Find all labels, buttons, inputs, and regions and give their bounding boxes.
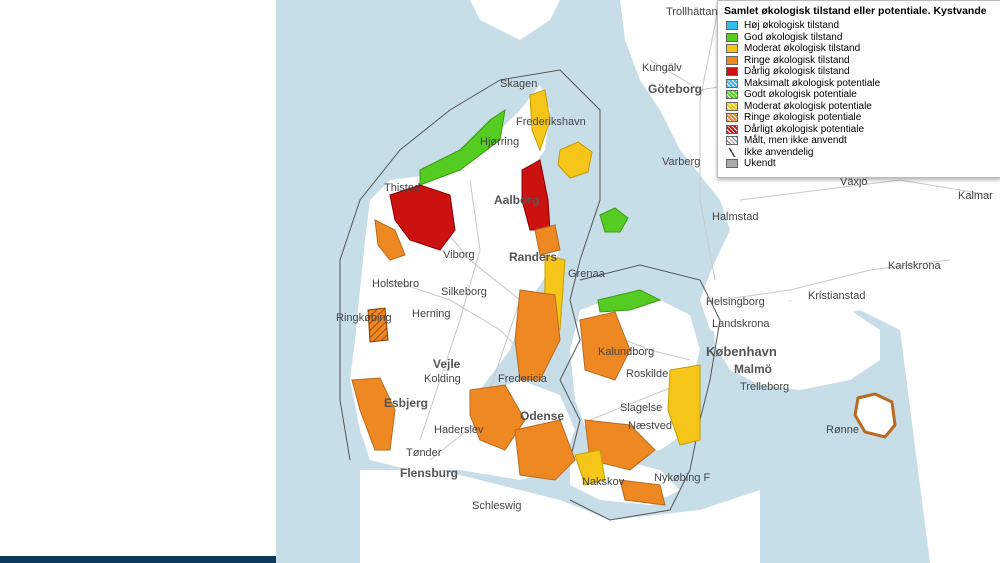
- label-frederikshavn: Frederikshavn: [516, 116, 586, 128]
- label-kalmar: Kalmar: [958, 190, 993, 202]
- label-fredericia: Fredericia: [498, 373, 547, 385]
- label-randers: Randers: [509, 250, 558, 264]
- legend-label: Moderat økologisk tilstand: [744, 43, 861, 54]
- legend-label: Ringe økologisk potentiale: [744, 112, 862, 123]
- label-grenaa: Grenaa: [568, 268, 605, 280]
- legend-swatch: [726, 78, 738, 88]
- laeso-island: [557, 141, 593, 179]
- legend-label: Ringe økologisk tilstand: [744, 54, 850, 66]
- label-herning: Herning: [412, 308, 451, 320]
- legend-swatch: [726, 32, 738, 42]
- label-silkeborg: Silkeborg: [441, 286, 487, 298]
- label-nykobing: Nykøbing F: [654, 472, 711, 484]
- legend-swatch: [726, 147, 738, 157]
- legend-item: Ringe økologisk potentiale: [718, 112, 1000, 124]
- legend-item: Maksimalt økologisk potentiale: [718, 78, 1000, 90]
- legend-swatch: [726, 124, 738, 134]
- label-varberg: Varberg: [662, 156, 701, 168]
- label-viborg: Viborg: [443, 249, 475, 261]
- bornholm-land: [853, 392, 897, 439]
- label-haderslev: Haderslev: [434, 424, 484, 436]
- label-naestved: Næstved: [628, 420, 673, 432]
- legend-swatch: [726, 44, 738, 54]
- label-slagelse: Slagelse: [620, 402, 663, 414]
- label-helsingborg: Helsingborg: [706, 296, 765, 308]
- legend-swatch: [726, 67, 738, 77]
- label-karlskrona: Karlskrona: [888, 260, 941, 272]
- legend-item: Godt økologisk potentiale: [718, 89, 1000, 101]
- legend-item: Ikke anvendelig: [718, 147, 1000, 159]
- legend-swatch: [726, 136, 738, 146]
- legend-item: Moderat økologisk tilstand: [718, 43, 1000, 55]
- legend-item: Moderat økologisk potentiale: [718, 101, 1000, 113]
- label-kolding: Kolding: [424, 373, 461, 385]
- legend-label: Høj økologisk tilstand: [744, 20, 840, 31]
- legend-label: Ikke anvendelig: [744, 146, 814, 158]
- label-kobenhavn: København: [706, 344, 777, 359]
- label-kristianstad: Kristianstad: [808, 290, 866, 302]
- label-thisted: Thisted: [384, 182, 421, 194]
- label-odense: Odense: [520, 409, 565, 423]
- legend-label: Målt, men ikke anvendt: [744, 135, 847, 146]
- legend-label: Ukendt: [744, 158, 776, 169]
- legend-label: God økologisk tilstand: [744, 31, 843, 43]
- legend-label: Moderat økologisk potentiale: [744, 100, 872, 112]
- label-trollhattan: Trollhättan: [666, 6, 718, 18]
- legend-title: Samlet økologisk tilstand eller potentia…: [724, 5, 987, 17]
- water-body-ringe-mid: [514, 289, 561, 381]
- legend-swatch: [726, 90, 738, 100]
- legend-swatch: [726, 21, 738, 31]
- legend-swatch: [726, 159, 738, 169]
- legend-item: God økologisk tilstand: [718, 32, 1000, 44]
- map-legend: Samlet økologisk tilstand eller potentia…: [717, 0, 1000, 178]
- label-aalborg: Aalborg: [494, 193, 540, 207]
- label-halmstad: Halmstad: [712, 211, 759, 223]
- label-flensburg: Flensburg: [400, 466, 459, 480]
- label-malmo: Malmö: [734, 362, 773, 376]
- legend-item: Målt, men ikke anvendt: [718, 135, 1000, 147]
- legend-item: Høj økologisk tilstand: [718, 20, 1000, 32]
- anholt-island: [599, 207, 629, 233]
- label-goteborg: Göteborg: [648, 82, 702, 96]
- label-ronne: Rønne: [826, 424, 860, 436]
- label-kalundborg: Kalundborg: [598, 346, 655, 358]
- label-roskilde: Roskilde: [626, 368, 669, 380]
- legend-swatch: [726, 55, 738, 65]
- legend-label: Dårlig økologisk tilstand: [744, 66, 850, 77]
- legend-label: Godt økologisk potentiale: [744, 89, 857, 100]
- legend-label: Dårligt økologisk potentiale: [744, 123, 865, 135]
- legend-item: Ukendt: [718, 158, 1000, 170]
- label-landskrona: Landskrona: [712, 318, 770, 330]
- left-panel: [0, 0, 276, 563]
- legend-item: Dårligt økologisk potentiale: [718, 124, 1000, 136]
- legend-items: Høj økologisk tilstand God økologisk tils…: [718, 20, 1000, 170]
- legend-item: Ringe økologisk tilstand: [718, 55, 1000, 67]
- label-schleswig: Schleswig: [472, 500, 522, 512]
- norway-land: [470, 0, 560, 40]
- label-esbjerg: Esbjerg: [384, 396, 429, 410]
- label-ringkobing: Ringkøbing: [336, 312, 392, 324]
- legend-swatch: [726, 113, 738, 123]
- label-hjorring: Hjørring: [480, 136, 520, 148]
- legend-item: Dårlig økologisk tilstand: [718, 66, 1000, 78]
- label-trelleborg: Trelleborg: [740, 381, 790, 393]
- label-tonder: Tønder: [406, 447, 442, 459]
- label-skagen: Skagen: [500, 78, 538, 90]
- label-nakskov: Nakskov: [582, 476, 625, 488]
- label-vejle: Vejle: [433, 357, 461, 371]
- legend-swatch: [726, 101, 738, 111]
- left-accent-bar: [0, 556, 276, 563]
- label-holstebro: Holstebro: [372, 278, 420, 290]
- legend-label: Maksimalt økologisk potentiale: [744, 77, 881, 89]
- label-kungalv: Kungälv: [642, 62, 682, 74]
